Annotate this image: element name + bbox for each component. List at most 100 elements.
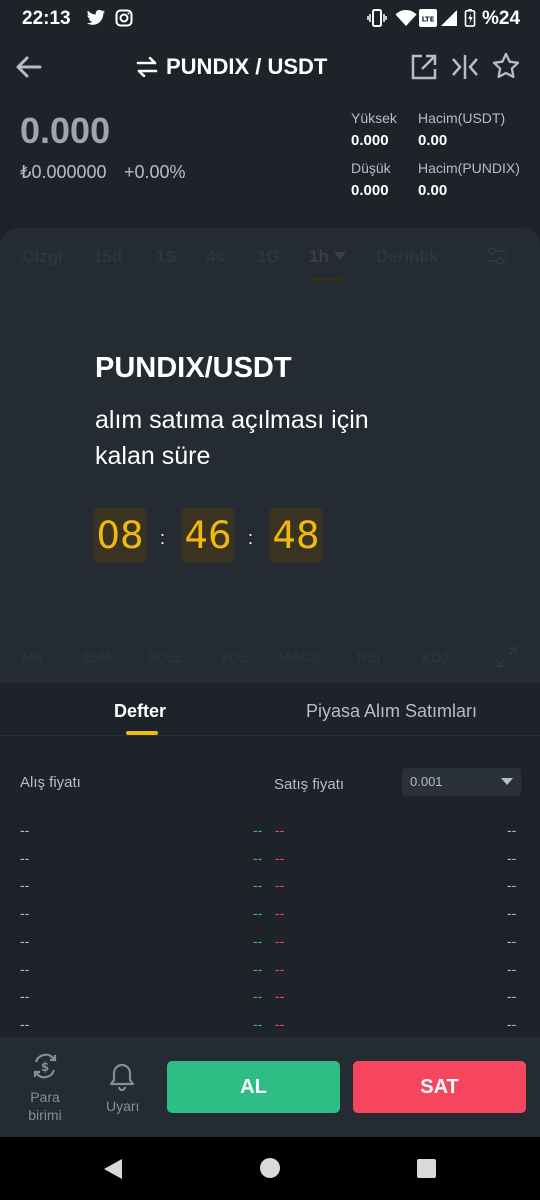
bid-price: -- — [20, 877, 30, 894]
precision-dropdown[interactable]: 0.001 — [402, 768, 521, 796]
orderbook-row[interactable]: -- -- -- -- — [0, 905, 540, 933]
ask-amount: -- — [275, 849, 285, 866]
bid-amount: -- — [253, 932, 263, 949]
ask-price: -- — [507, 960, 517, 977]
ask-amount: -- — [275, 960, 285, 977]
nav-home-icon[interactable] — [260, 1158, 280, 1178]
twitter-icon — [86, 9, 106, 25]
ask-price: -- — [507, 877, 517, 894]
currency-exchange-icon[interactable]: $ — [31, 1052, 59, 1080]
ask-price: -- — [507, 932, 517, 949]
ask-amount: -- — [275, 932, 285, 949]
dropdown-caret-icon — [334, 252, 346, 260]
bid-amount: -- — [253, 960, 263, 977]
indicator-macd[interactable]: MACD — [279, 649, 320, 665]
tab-market-trades[interactable]: Piyasa Alım Satımları — [306, 701, 477, 722]
countdown-separator: : — [248, 528, 254, 548]
bid-price: -- — [20, 822, 30, 838]
pair-title[interactable]: PUNDIX / USDT — [166, 54, 327, 80]
tab-1w[interactable]: 1h — [309, 247, 329, 267]
volume-pundix-label: Hacim(PUNDIX) — [418, 160, 520, 176]
orderbook-row[interactable]: -- -- -- -- — [0, 961, 540, 989]
svg-text:$: $ — [41, 1060, 49, 1074]
tab-line[interactable]: Çizgi — [22, 247, 63, 267]
swap-arrows-icon[interactable] — [136, 57, 158, 77]
svg-text:LTE: LTE — [422, 16, 435, 24]
countdown-minutes: 46 — [182, 508, 234, 563]
bid-price: -- — [20, 932, 30, 949]
volume-usdt-label: Hacim(USDT) — [418, 110, 506, 126]
divider — [0, 735, 540, 736]
bid-amount: -- — [253, 1015, 263, 1032]
price-change: +0.00% — [124, 162, 186, 182]
nav-recents-icon[interactable] — [417, 1159, 436, 1178]
countdown-hours: 08 — [94, 508, 146, 563]
fullscreen-expand-icon[interactable] — [496, 646, 518, 668]
ask-price: -- — [507, 988, 517, 1005]
orderbook-row[interactable]: -- -- -- -- — [0, 933, 540, 961]
orderbook-row[interactable]: -- -- -- -- — [0, 850, 540, 878]
chart-settings-icon[interactable] — [484, 246, 508, 266]
star-icon[interactable] — [492, 52, 520, 80]
currency-button-label[interactable]: Para birimi — [22, 1088, 68, 1124]
low-label: Düşük — [351, 160, 391, 176]
back-arrow-icon[interactable] — [12, 50, 46, 84]
ask-price: -- — [507, 1015, 517, 1032]
tab-order-book[interactable]: Defter — [114, 701, 166, 722]
dropdown-arrow-icon — [501, 778, 513, 785]
signal-icon — [441, 10, 457, 26]
bid-amount: -- — [253, 905, 263, 922]
instagram-icon — [115, 9, 133, 27]
listing-subtitle: alım satıma açılması için kalan süre — [95, 406, 369, 470]
ask-amount: -- — [275, 988, 285, 1005]
indicator-boll[interactable]: BOLL — [148, 649, 184, 665]
status-bar — [0, 0, 540, 38]
indicator-rsi[interactable]: RSI — [357, 649, 380, 665]
last-price: 0.000 — [20, 110, 111, 151]
tab-15m[interactable]: 15d — [93, 247, 122, 267]
nav-back-icon[interactable] — [102, 1158, 124, 1180]
indicator-ma[interactable]: MA — [22, 649, 43, 665]
tab-1d[interactable]: 1G — [257, 247, 280, 267]
external-link-icon[interactable] — [410, 53, 438, 81]
vibrate-icon — [367, 9, 387, 27]
bid-amount: -- — [253, 877, 263, 894]
alert-button-label[interactable]: Uyarı — [106, 1098, 139, 1114]
tab-depth[interactable]: Derinlik — [376, 247, 438, 267]
timeframe-underline — [311, 278, 343, 281]
precision-value: 0.001 — [410, 774, 443, 789]
bid-price: -- — [20, 849, 30, 866]
battery-icon — [464, 9, 476, 27]
volume-pundix-value: 0.00 — [418, 182, 448, 199]
lte-icon: LTE — [419, 9, 437, 27]
indicator-vol[interactable]: VOL — [220, 649, 248, 665]
high-label: Yüksek — [351, 110, 397, 126]
orderbook-row[interactable]: -- -- -- -- — [0, 822, 540, 850]
indicator-kdj[interactable]: KDJ — [422, 649, 448, 665]
price-try: ₺0.000000 — [20, 162, 107, 182]
orderbook-row[interactable]: -- -- -- -- — [0, 988, 540, 1016]
compare-icon[interactable] — [450, 53, 480, 81]
sell-button[interactable]: SAT — [353, 1061, 526, 1113]
bell-icon[interactable] — [108, 1062, 136, 1092]
ask-price: -- — [507, 849, 517, 866]
ask-amount: -- — [275, 822, 285, 838]
bid-price: -- — [20, 960, 30, 977]
countdown-seconds: 48 — [270, 508, 322, 563]
bid-price: -- — [20, 988, 30, 1005]
countdown-separator: : — [160, 528, 166, 548]
tab-1h[interactable]: 1S — [156, 247, 177, 267]
orderbook-row[interactable]: -- -- -- -- — [0, 877, 540, 905]
tab-4h[interactable]: 4s — [206, 247, 225, 267]
bid-amount: -- — [253, 849, 263, 866]
ask-amount: -- — [275, 1015, 285, 1032]
buy-button[interactable]: AL — [167, 1061, 340, 1113]
ask-price: -- — [507, 822, 517, 838]
ask-price-header: Satış fiyatı — [274, 776, 345, 793]
bid-amount: -- — [253, 988, 263, 1005]
indicator-ema[interactable]: EMA — [83, 649, 113, 665]
battery-percentage: %24 — [482, 8, 521, 29]
ask-price: -- — [507, 905, 517, 922]
high-value: 0.000 — [351, 132, 389, 149]
listing-title: PUNDIX/USDT — [95, 352, 292, 384]
